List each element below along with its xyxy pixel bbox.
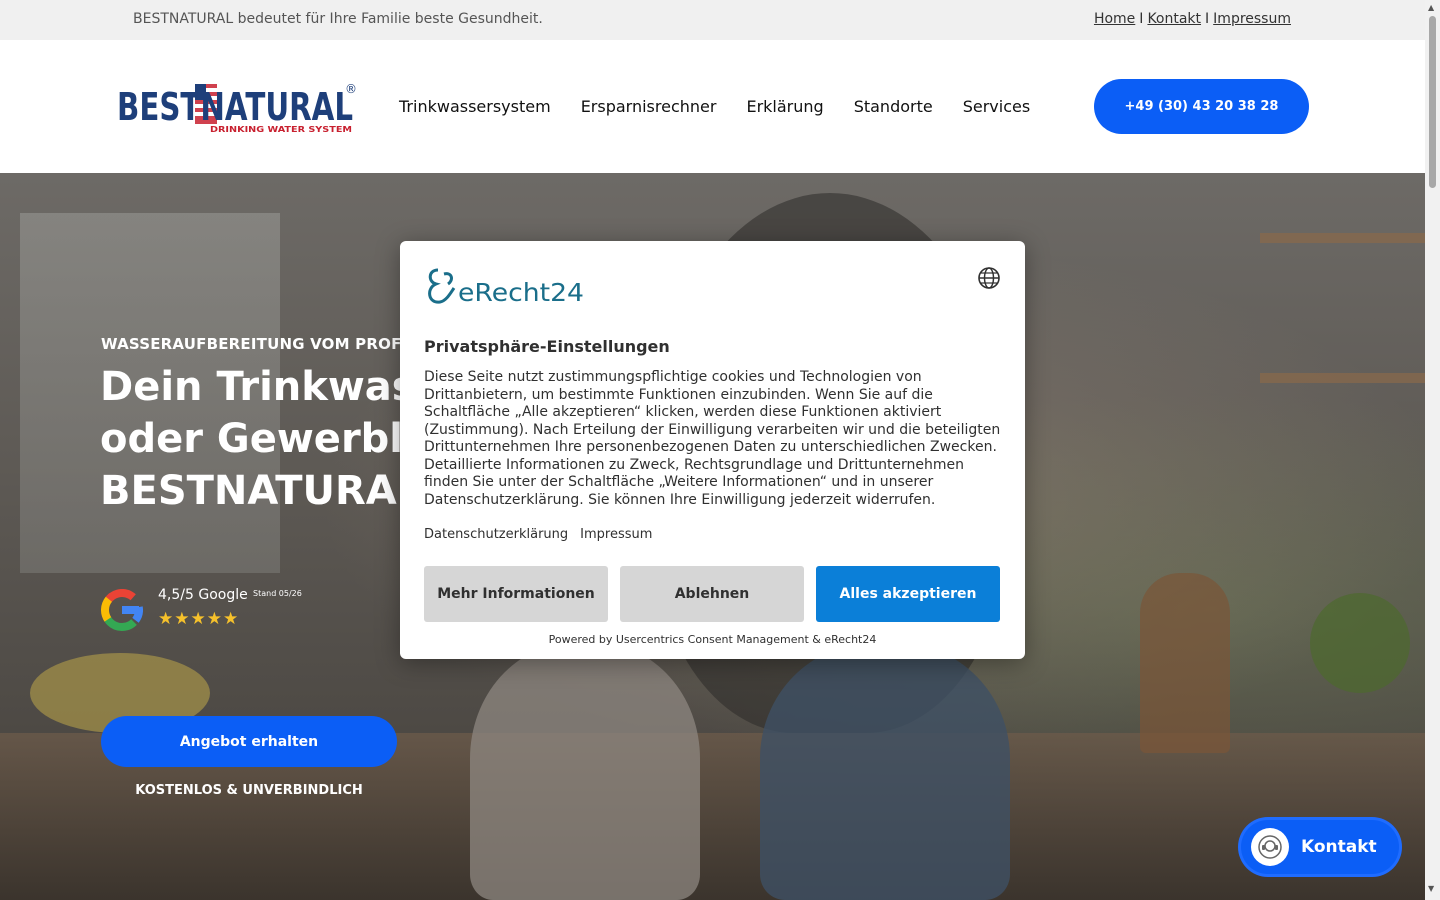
google-icon bbox=[101, 589, 143, 631]
topbar-tagline: BESTNATURAL bedeutet für Ihre Familie be… bbox=[133, 11, 543, 27]
accept-all-button[interactable]: Alles akzeptieren bbox=[816, 566, 1000, 622]
nav-item-services[interactable]: Services bbox=[963, 97, 1030, 116]
erecht24-logo: eRecht24 bbox=[428, 268, 584, 306]
nav-item-trinkwassersystem[interactable]: Trinkwassersystem bbox=[399, 97, 551, 116]
rating-stand: Stand 05/26 bbox=[253, 589, 302, 598]
logo-subline: DRINKING WATER SYSTEM bbox=[210, 125, 352, 134]
rating-text: 4,5/5 Google bbox=[158, 587, 248, 603]
consent-link-impressum[interactable]: Impressum bbox=[580, 527, 652, 542]
nav-item-ersparnisrechner[interactable]: Ersparnisrechner bbox=[581, 97, 717, 116]
site-header: BESTNATURAL DRINKING WATER SYSTEM ® Trin… bbox=[0, 40, 1425, 173]
offer-note: KOSTENLOS & UNVERBINDLICH bbox=[135, 783, 363, 798]
topbar-separator: I bbox=[1205, 11, 1210, 27]
hero-background-plant bbox=[1310, 593, 1410, 693]
consent-links: Datenschutzerklärung Impressum bbox=[424, 527, 652, 542]
rating-stars: ★★★★★ bbox=[158, 609, 240, 629]
topbar-separator: I bbox=[1139, 11, 1144, 27]
contact-fab-button[interactable]: Kontakt bbox=[1241, 820, 1399, 874]
contact-fab-label: Kontakt bbox=[1301, 837, 1377, 857]
hero-background-child bbox=[470, 643, 700, 900]
top-bar: BESTNATURAL bedeutet für Ihre Familie be… bbox=[0, 0, 1425, 40]
language-globe-icon[interactable] bbox=[977, 266, 1001, 290]
topbar-links: Home I Kontakt I Impressum bbox=[1094, 11, 1291, 27]
topbar-link-impressum[interactable]: Impressum bbox=[1213, 11, 1291, 27]
chat-icon bbox=[1251, 828, 1289, 866]
bestnatural-logo[interactable]: BESTNATURAL DRINKING WATER SYSTEM ® bbox=[115, 80, 360, 134]
phone-button[interactable]: +49 (30) 43 20 38 28 bbox=[1094, 79, 1309, 134]
hero-background-shelf bbox=[1260, 373, 1425, 383]
logo-wordmark: BESTNATURAL bbox=[117, 85, 353, 129]
more-info-button[interactable]: Mehr Informationen bbox=[424, 566, 608, 622]
brand-wordmark: eRecht24 bbox=[458, 278, 584, 306]
scroll-thumb[interactable] bbox=[1429, 16, 1436, 188]
nav-item-standorte[interactable]: Standorte bbox=[854, 97, 933, 116]
page-scrollbar[interactable]: ▲ ▼ bbox=[1425, 0, 1440, 900]
scroll-up-arrow-icon[interactable]: ▲ bbox=[1428, 3, 1434, 12]
registered-mark: ® bbox=[345, 82, 357, 96]
hero-background-board bbox=[1140, 573, 1230, 753]
topbar-link-kontakt[interactable]: Kontakt bbox=[1147, 11, 1201, 27]
deny-button[interactable]: Ablehnen bbox=[620, 566, 804, 622]
nav-item-erklaerung[interactable]: Erklärung bbox=[746, 97, 823, 116]
consent-link-datenschutz[interactable]: Datenschutzerklärung bbox=[424, 527, 568, 542]
consent-title: Privatsphäre-Einstellungen bbox=[424, 337, 670, 356]
scroll-down-arrow-icon[interactable]: ▼ bbox=[1428, 884, 1434, 893]
offer-button[interactable]: Angebot erhalten bbox=[101, 716, 397, 767]
hero-background-child bbox=[760, 643, 1010, 900]
consent-dialog: eRecht24 Privatsphäre-Einstellungen Dies… bbox=[400, 241, 1025, 659]
consent-body: Diese Seite nutzt zustimmungspflichtige … bbox=[424, 369, 1001, 508]
topbar-link-home[interactable]: Home bbox=[1094, 11, 1135, 27]
main-nav: Trinkwassersystem Ersparnisrechner Erklä… bbox=[399, 97, 1030, 116]
powered-by: Powered by Usercentrics Consent Manageme… bbox=[548, 633, 877, 646]
consent-buttons: Mehr Informationen Ablehnen Alles akzept… bbox=[424, 566, 1000, 622]
hero-kicker: WASSERAUFBEREITUNG VOM PROFI. bbox=[101, 335, 414, 353]
hero-background-shelf bbox=[1260, 233, 1425, 243]
